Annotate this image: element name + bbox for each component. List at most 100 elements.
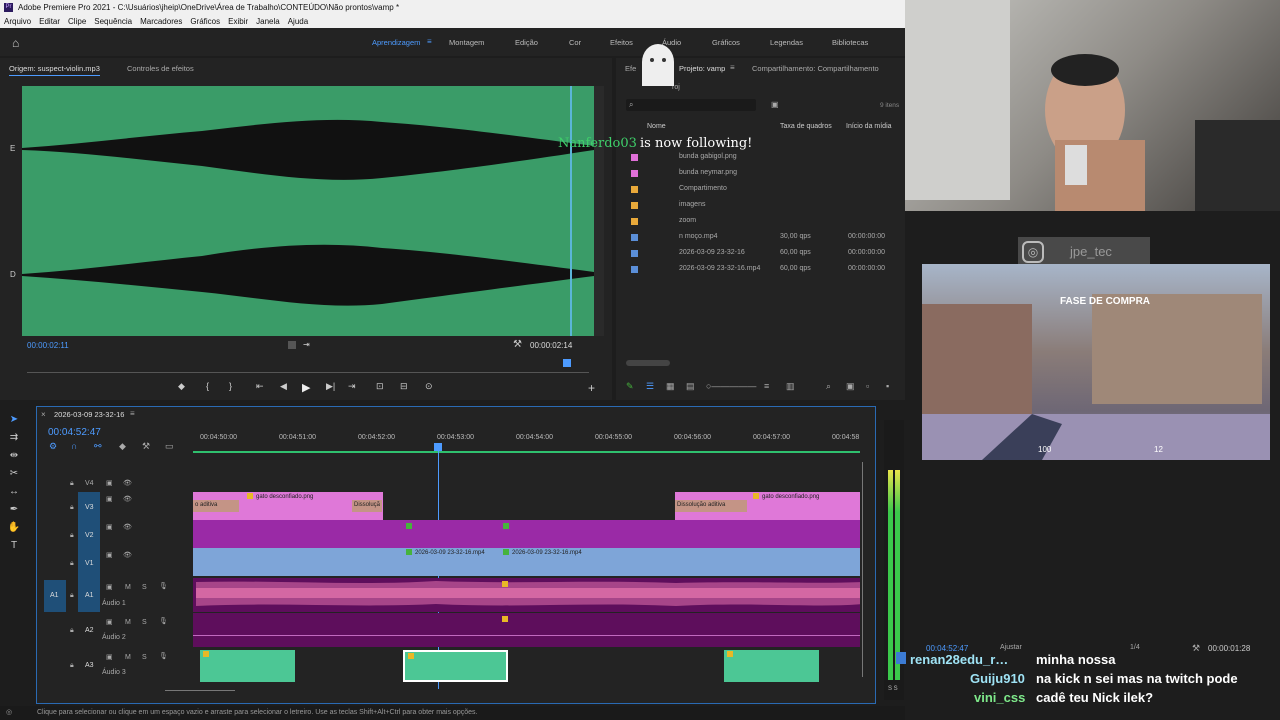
lock-v2-icon[interactable]: 🔒︎ [70, 532, 74, 540]
lock-a2-icon[interactable]: 🔒︎ [70, 627, 74, 635]
lock-v1-icon[interactable]: 🔒︎ [70, 560, 74, 568]
track-label-a2[interactable]: A2 [85, 627, 94, 634]
zoom-slider[interactable]: ○————— [706, 381, 756, 391]
tab-effects-truncated[interactable]: Efe [625, 64, 636, 73]
menu-graficos[interactable]: Gráficos [186, 15, 224, 28]
mic-a2-icon[interactable]: 🎙︎ [159, 617, 168, 625]
new-bin-footer-icon[interactable]: ▣ [846, 381, 855, 392]
col-name[interactable]: Nome [647, 123, 666, 130]
clip-a1-audio[interactable] [193, 578, 860, 612]
menu-clipe[interactable]: Clipe [64, 15, 90, 28]
add-marker-icon[interactable]: ◆ [178, 381, 185, 392]
label-color-swatch[interactable] [631, 170, 638, 177]
menu-exibir[interactable]: Exibir [224, 15, 252, 28]
project-item[interactable]: imagens [627, 198, 897, 212]
label-color-swatch[interactable] [631, 202, 638, 209]
mic-a1-icon[interactable]: 🎙︎ [159, 582, 168, 590]
timeline-timecode[interactable]: 00:04:52:47 [48, 427, 101, 438]
home-icon[interactable]: ⌂ [12, 36, 19, 50]
workspace-menu-icon[interactable]: ≡ [427, 37, 432, 46]
clear-icon[interactable]: ▪ [886, 381, 889, 391]
lock-a1-icon[interactable]: 🔒︎ [70, 592, 74, 600]
project-item[interactable]: n moço.mp4 30,00 qps 00:00:00:00 [627, 230, 897, 244]
source-timecode-in[interactable]: 00:00:02:11 [27, 341, 69, 350]
step-back-icon[interactable]: ◀ [280, 381, 287, 392]
tab-source[interactable]: Origem: suspect-violin.mp3 [9, 64, 100, 76]
sort-icon[interactable]: ≡ [764, 381, 769, 391]
label-color-swatch[interactable] [631, 154, 638, 161]
goto-in-icon[interactable]: ⇤ [256, 381, 264, 392]
source-scrub-track[interactable] [27, 372, 589, 373]
type-tool-icon[interactable]: T [6, 540, 22, 556]
sequence-tab[interactable]: 2026-03-09 23-32-16 [54, 410, 124, 419]
pen-tool-icon[interactable]: ✒ [6, 504, 22, 520]
eye-v2-icon[interactable]: 👁︎ [123, 523, 132, 531]
toggle-sync-a1-icon[interactable]: ▣ [106, 583, 113, 591]
insert-clip-icon[interactable]: ⊡ [376, 381, 384, 392]
clip-v1-video[interactable]: 2026-03-09 23-32-16.mp4 2026-03-09 23-32… [193, 548, 860, 576]
eye-v3-icon[interactable]: 👁︎ [123, 495, 132, 503]
lock-v3-icon[interactable]: 🔒︎ [70, 504, 74, 512]
captions-icon[interactable]: ▭ [165, 441, 174, 452]
sequence-menu-icon[interactable]: ≡ [130, 409, 135, 418]
project-item[interactable]: bunda gabigol.png [627, 150, 897, 164]
overwrite-clip-icon[interactable]: ⊟ [400, 381, 408, 392]
col-media-start[interactable]: Início da mídia [846, 123, 892, 130]
insert-icon[interactable]: ⇥ [303, 340, 310, 349]
track-select-tool-icon[interactable]: ⇉ [6, 432, 22, 448]
workspace-aprendizagem[interactable]: Aprendizagem [372, 38, 420, 47]
automate-icon[interactable]: ▥ [786, 381, 795, 392]
razor-tool-icon[interactable]: ✂ [6, 468, 22, 484]
mute-a2[interactable]: M [125, 619, 131, 626]
ripple-edit-tool-icon[interactable]: ⇹ [6, 450, 22, 466]
project-item[interactable]: 2026-03-09 23-32-16.mp4 60,00 qps 00:00:00… [627, 262, 897, 276]
clip-a3-2-selected[interactable] [403, 650, 508, 682]
toggle-sync-v4-icon[interactable]: ▣ [106, 479, 113, 487]
track-label-v2[interactable]: V2 [85, 532, 94, 539]
menu-arquivo[interactable]: Arquivo [0, 15, 35, 28]
clip-v3-gato-2[interactable]: Dissolução aditiva gato desconfiado.png [675, 492, 860, 520]
timeline-tracks-area[interactable]: o aditiva gato desconfiado.png Dissoluçã… [193, 492, 860, 688]
workspace-graficos[interactable]: Gráficos [712, 38, 740, 47]
col-frame-rate[interactable]: Taxa de quadros [780, 123, 832, 130]
project-item[interactable]: zoom [627, 214, 897, 228]
timeline-settings-icon[interactable]: ⚒ [142, 441, 150, 452]
workspace-edicao[interactable]: Edição [515, 38, 538, 47]
work-area-bar[interactable] [193, 451, 860, 453]
clip-a3-3[interactable] [724, 650, 819, 682]
selection-tool-icon[interactable]: ➤ [6, 414, 22, 430]
toggle-sync-v3-icon[interactable]: ▣ [106, 495, 113, 503]
workspace-bibliotecas[interactable]: Bibliotecas [832, 38, 868, 47]
menu-editar[interactable]: Editar [35, 15, 64, 28]
export-frame-icon[interactable]: ⊙ [425, 381, 433, 392]
label-color-swatch[interactable] [631, 250, 638, 257]
tab-project[interactable]: Projeto: vamp [679, 64, 725, 73]
toggle-sync-a3-icon[interactable]: ▣ [106, 653, 113, 661]
clip-v2-adjustment[interactable] [193, 520, 860, 548]
eye-v1-icon[interactable]: 👁︎ [123, 551, 132, 559]
project-menu-icon[interactable]: ≡ [730, 63, 735, 72]
close-tab-icon[interactable]: × [41, 410, 46, 419]
project-item[interactable]: 2026-03-09 23-32-16 60,00 qps 00:00:00:00 [627, 246, 897, 260]
toggle-sync-v2-icon[interactable]: ▣ [106, 523, 113, 531]
tab-effect-controls[interactable]: Controles de efeitos [127, 64, 194, 73]
source-zoom-icon[interactable] [288, 341, 296, 349]
source-waveform[interactable]: E D [10, 86, 594, 336]
menu-sequencia[interactable]: Sequência [90, 15, 136, 28]
mute-a1[interactable]: M [125, 584, 131, 591]
menu-janela[interactable]: Janela [252, 15, 284, 28]
menu-ajuda[interactable]: Ajuda [284, 15, 312, 28]
track-label-v1[interactable]: V1 [85, 560, 94, 567]
solo-a1[interactable]: S [142, 584, 147, 591]
transition-v3-c[interactable]: Dissolução aditiva [675, 500, 747, 512]
play-icon[interactable]: ▶ [302, 381, 310, 394]
project-search-input[interactable] [626, 99, 756, 111]
snap-icon[interactable]: ∩ [71, 441, 77, 451]
project-hscrollbar[interactable] [626, 360, 670, 366]
label-color-swatch[interactable] [631, 218, 638, 225]
transition-v3-a[interactable]: o aditiva [193, 500, 239, 512]
lock-v4-icon[interactable]: 🔒︎ [70, 480, 74, 488]
source-scrollbar[interactable] [594, 86, 604, 336]
project-item[interactable]: Compartimento [627, 182, 897, 196]
meter-solo-labels[interactable]: S S [888, 686, 898, 692]
